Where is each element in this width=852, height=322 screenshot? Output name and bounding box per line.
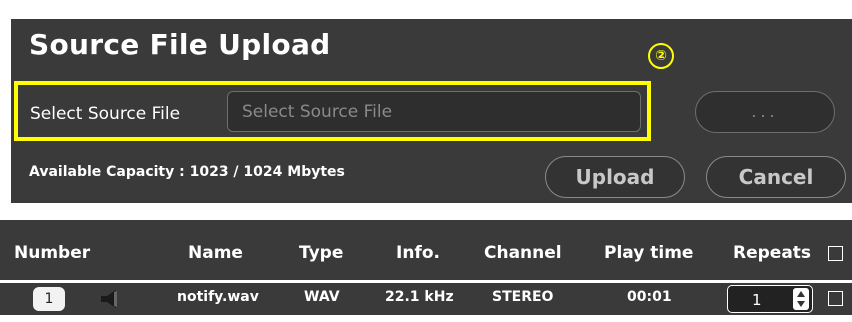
panel-title: Source File Upload: [29, 28, 331, 61]
header-channel: Channel: [484, 243, 562, 263]
header-number: Number: [14, 243, 91, 263]
row-play-time: 00:01: [627, 289, 672, 305]
repeats-value: 1: [752, 291, 762, 309]
row-name: notify.wav: [177, 289, 259, 305]
stepper-arrows-icon[interactable]: [793, 288, 809, 310]
source-file-upload-panel: Source File Upload ② Select Source File …: [11, 19, 852, 203]
browse-button[interactable]: ...: [695, 91, 835, 133]
speaker-icon[interactable]: [100, 290, 120, 308]
select-all-checkbox[interactable]: [828, 246, 843, 261]
source-file-input[interactable]: [227, 91, 641, 132]
repeats-stepper[interactable]: 1: [727, 285, 813, 313]
select-source-file-label: Select Source File: [30, 104, 181, 124]
header-type: Type: [299, 243, 344, 263]
row-number: 1: [33, 287, 65, 311]
header-name: Name: [188, 243, 243, 263]
available-capacity-text: Available Capacity : 1023 / 1024 Mbytes: [29, 164, 345, 180]
header-play-time: Play time: [604, 243, 694, 263]
upload-button[interactable]: Upload: [545, 156, 685, 198]
step-marker: ②: [648, 43, 674, 69]
row-info: 22.1 kHz: [385, 289, 454, 305]
row-checkbox[interactable]: [828, 291, 843, 306]
cancel-button[interactable]: Cancel: [706, 156, 846, 198]
row-channel: STEREO: [492, 289, 554, 305]
row-type: WAV: [304, 289, 340, 305]
header-repeats: Repeats: [733, 243, 812, 263]
table-header: Number Name Type Info. Channel Play time…: [0, 220, 852, 280]
header-info: Info.: [396, 243, 440, 263]
table-row[interactable]: 1 notify.wav WAV 22.1 kHz STEREO 00:01 1: [0, 283, 852, 315]
